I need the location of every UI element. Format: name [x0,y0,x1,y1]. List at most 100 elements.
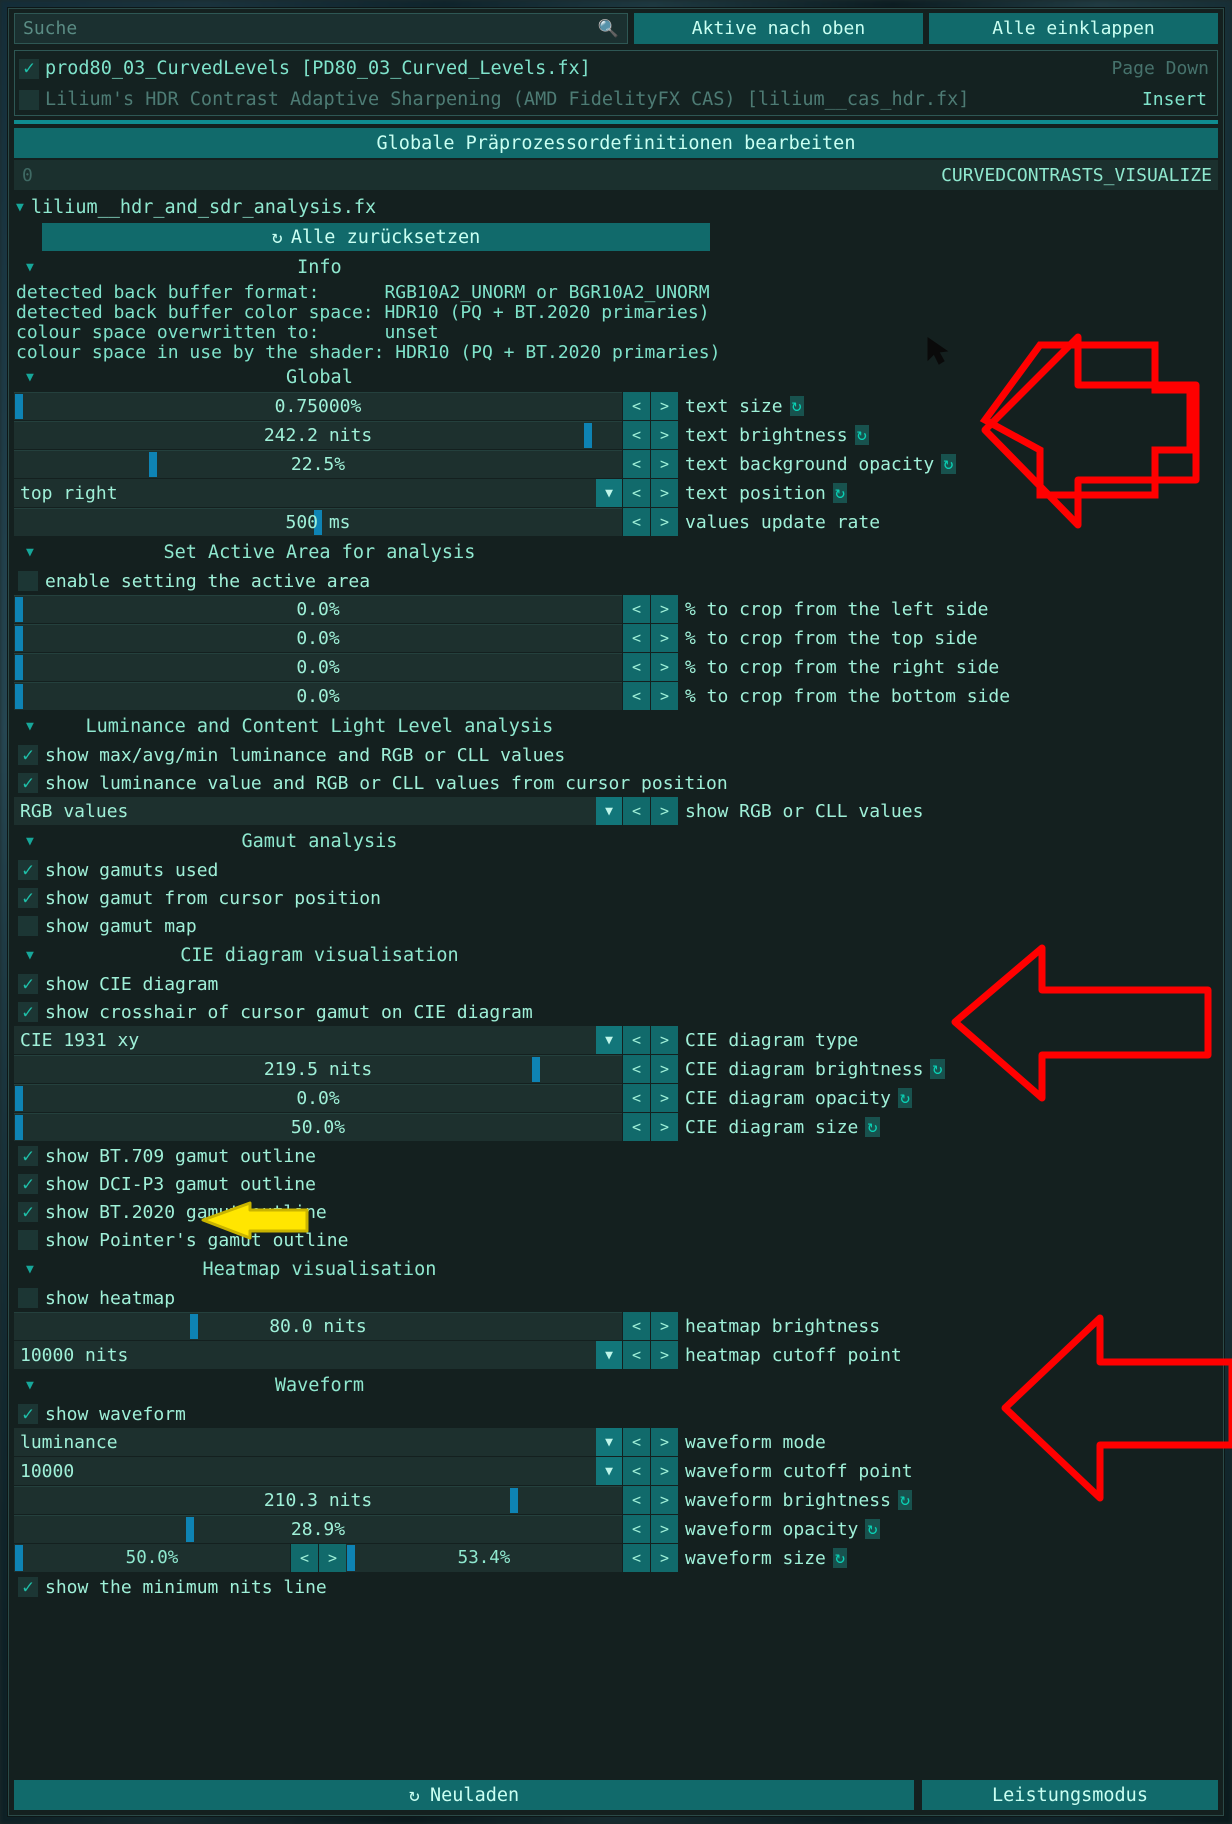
decrement-button[interactable]: < [623,1084,650,1112]
slider-track[interactable]: 0.0% [14,1084,622,1112]
control-waveform-mode[interactable]: luminance ▼ < > waveform mode [14,1428,1218,1456]
checkbox-icon[interactable]: ✓ [18,571,38,591]
reset-icon[interactable]: ↻ [865,1117,880,1137]
chevron-down-icon[interactable]: ▼ [596,797,622,825]
checkbox-icon[interactable]: ✓ [18,860,38,880]
reset-icon[interactable]: ↻ [865,1519,880,1539]
decrement-button[interactable]: < [291,1544,318,1572]
slider-track[interactable]: 219.5 nits [14,1055,622,1083]
slider-track[interactable]: 80.0 nits [14,1312,622,1340]
decrement-button[interactable]: < [623,653,650,681]
increment-button[interactable]: > [651,595,678,623]
decrement-button[interactable]: < [623,1055,650,1083]
global-preprocessor-definition-row[interactable]: 0 CURVEDCONTRASTS_VISUALIZE [14,160,1218,190]
slider-handle[interactable] [15,597,23,622]
reset-icon[interactable]: ↻ [789,396,804,416]
increment-button[interactable]: > [651,1515,678,1543]
chevron-down-icon[interactable]: ▼ [596,479,622,507]
section-active-area[interactable]: ▼ Set Active Area for analysis [14,537,1218,567]
slider-handle[interactable] [347,1545,355,1571]
control-show-gamuts-used[interactable]: ✓ show gamuts used [14,856,1218,884]
increment-button[interactable]: > [651,1457,678,1485]
collapse-all-button[interactable]: Alle einklappen [929,13,1218,44]
chevron-down-icon[interactable]: ▼ [596,1428,622,1456]
section-cie[interactable]: ▼ CIE diagram visualisation [14,940,1218,970]
active-to-top-button[interactable]: Aktive nach oben [634,13,923,44]
chevron-down-icon[interactable]: ▼ [596,1341,622,1369]
decrement-button[interactable]: < [623,450,650,478]
control-show-heatmap[interactable]: ✓ show heatmap [14,1284,1218,1312]
checkbox-icon[interactable]: ✓ [18,745,38,765]
chevron-down-icon[interactable]: ▼ [596,1457,622,1485]
slider-handle[interactable] [190,1314,198,1339]
combo-box[interactable]: CIE 1931 xy ▼ [14,1026,622,1054]
control-waveform-cutoff[interactable]: 10000 ▼ < > waveform cutoff point [14,1457,1218,1485]
control-show-min-nits-line[interactable]: ✓ show the minimum nits line [14,1573,1218,1601]
slider-track[interactable]: 22.5% [14,450,622,478]
decrement-button[interactable]: < [623,1457,650,1485]
slider-track[interactable]: 242.2 nits [14,421,622,449]
decrement-button[interactable]: < [623,1428,650,1456]
technique-row-curvedlevels[interactable]: ✓ prod80_03_CurvedLevels [PD80_03_Curved… [15,53,1217,84]
section-luminance[interactable]: ▼ Luminance and Content Light Level anal… [14,711,1218,741]
checkbox-icon[interactable]: ✓ [18,1174,38,1194]
chevron-down-icon[interactable]: ▼ [26,719,34,734]
increment-button[interactable]: > [651,1544,678,1572]
checkbox-icon[interactable]: ✓ [18,1002,38,1022]
control-waveform-brightness[interactable]: 210.3 nits < > waveform brightness ↻ [14,1486,1218,1514]
chevron-down-icon[interactable]: ▼ [26,545,34,560]
control-show-cursor-luminance[interactable]: ✓ show luminance value and RGB or CLL va… [14,769,1218,797]
chevron-down-icon[interactable]: ▼ [26,1262,34,1277]
decrement-button[interactable]: < [623,1026,650,1054]
control-show-maxavgmin[interactable]: ✓ show max/avg/min luminance and RGB or … [14,741,1218,769]
decrement-button[interactable]: < [623,1486,650,1514]
reset-icon[interactable]: ↻ [941,454,956,474]
control-show-gamut-map[interactable]: ✓ show gamut map [14,912,1218,940]
control-crop-bottom[interactable]: 0.0% < > % to crop from the bottom side [14,682,1218,710]
section-info[interactable]: ▼ Info [14,252,1218,282]
checkbox-icon[interactable]: ✓ [18,1202,38,1222]
slider-handle[interactable] [15,394,23,419]
control-show-pointers-outline[interactable]: ✓ show Pointer's gamut outline [14,1226,1218,1254]
increment-button[interactable]: > [651,797,678,825]
combo-box[interactable]: RGB values ▼ [14,797,622,825]
control-rgb-or-cll[interactable]: RGB values ▼ < > show RGB or CLL values [14,797,1218,825]
slider-track[interactable]: 0.0% [14,624,622,652]
slider-handle[interactable] [584,423,592,448]
increment-button[interactable]: > [651,450,678,478]
control-cie-size[interactable]: 50.0% < > CIE diagram size ↻ [14,1113,1218,1141]
decrement-button[interactable]: < [623,1341,650,1369]
technique-row-cas-hdr[interactable]: ✓ Lilium's HDR Contrast Adaptive Sharpen… [15,84,1217,115]
control-show-bt2020-outline[interactable]: ✓ show BT.2020 gamut outline [14,1198,1218,1226]
increment-button[interactable]: > [651,1026,678,1054]
slider-handle[interactable] [15,1115,23,1140]
control-show-dcip3-outline[interactable]: ✓ show DCI-P3 gamut outline [14,1170,1218,1198]
decrement-button[interactable]: < [623,479,650,507]
checkbox-icon[interactable]: ✓ [18,1577,38,1597]
decrement-button[interactable]: < [623,595,650,623]
slider-handle[interactable] [510,1488,518,1513]
preproc-value[interactable]: 0 [14,165,941,186]
increment-button[interactable]: > [651,392,678,420]
increment-button[interactable]: > [319,1544,346,1572]
slider-handle[interactable] [15,1086,23,1111]
section-waveform[interactable]: ▼ Waveform [14,1370,1218,1400]
checkbox-icon[interactable]: ✓ [18,1230,38,1250]
slider-track[interactable]: 210.3 nits [14,1486,622,1514]
edit-global-preprocessor-button[interactable]: Globale Präprozessordefinitionen bearbei… [14,128,1218,158]
increment-button[interactable]: > [651,479,678,507]
control-crop-right[interactable]: 0.0% < > % to crop from the right side [14,653,1218,681]
section-heatmap[interactable]: ▼ Heatmap visualisation [14,1254,1218,1284]
decrement-button[interactable]: < [623,682,650,710]
performance-mode-button[interactable]: Leistungsmodus [922,1780,1218,1810]
control-text-size[interactable]: 0.75000% < > text size ↻ [14,392,1218,420]
increment-button[interactable]: > [651,624,678,652]
control-cie-brightness[interactable]: 219.5 nits < > CIE diagram brightness ↻ [14,1055,1218,1083]
decrement-button[interactable]: < [623,421,650,449]
increment-button[interactable]: > [651,1341,678,1369]
combo-box[interactable]: 10000 ▼ [14,1457,622,1485]
search-input[interactable]: Suche 🔍 [14,13,628,44]
control-cie-type[interactable]: CIE 1931 xy ▼ < > CIE diagram type [14,1026,1218,1054]
chevron-down-icon[interactable]: ▼ [16,200,24,215]
control-values-update-rate[interactable]: 500 ms < > values update rate [14,508,1218,536]
